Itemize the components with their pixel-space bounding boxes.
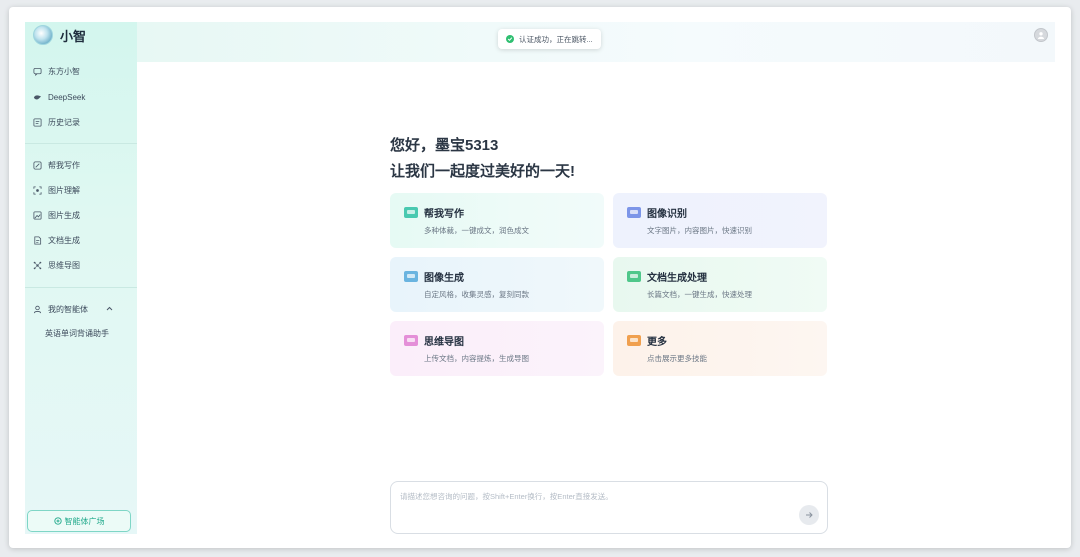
sidebar-divider: [25, 287, 137, 288]
card-mindmap[interactable]: 思维导图 上传文档，内容提炼，生成导图: [390, 321, 604, 376]
image-icon: [33, 210, 42, 220]
sidebar-item-write[interactable]: 帮我写作: [33, 158, 129, 172]
sidebar-item-image-generation[interactable]: 图片生成: [33, 208, 129, 222]
sidebar-item-mindmap[interactable]: 思维导图: [33, 258, 129, 272]
write-icon: [33, 160, 42, 170]
greeting-title: 您好，墨宝5313: [390, 137, 499, 154]
person-icon: [1038, 32, 1044, 39]
card-title: 帮我写作: [424, 209, 464, 220]
sidebar-divider: [25, 143, 137, 144]
write-icon: [404, 207, 418, 218]
card-desc: 自定风格，收集灵感，复刻同款: [424, 290, 529, 299]
greeting-subtitle: 让我们一起度过美好的一天!: [390, 163, 575, 180]
sidebar: 小智 东方小智 DeepSeek 历史记录 帮我写作 图片理解 图片生成 文档生…: [25, 22, 137, 534]
history-icon: [33, 117, 42, 127]
mindmap-icon: [404, 335, 418, 346]
sidebar-item-image-understanding[interactable]: 图片理解: [33, 183, 129, 197]
sidebar-item-label: 我的智能体: [48, 304, 88, 314]
sidebar-item-label: 文档生成: [48, 235, 80, 245]
send-button[interactable]: [799, 505, 819, 525]
chevron-up-icon[interactable]: [106, 304, 113, 313]
sidebar-item-document[interactable]: 文档生成: [33, 233, 129, 247]
sidebar-item-label: 东方小智: [48, 66, 80, 76]
grid-icon: [53, 517, 62, 525]
brand[interactable]: 小智: [33, 25, 86, 45]
app-window: 小智 东方小智 DeepSeek 历史记录 帮我写作 图片理解 图片生成 文档生…: [25, 22, 1055, 534]
sidebar-item-label: 帮我写作: [48, 160, 80, 170]
mindmap-icon: [33, 261, 42, 270]
sidebar-item-label: 图片生成: [48, 210, 80, 220]
card-desc: 多种体裁，一键成文，润色成文: [424, 226, 529, 235]
card-desc: 点击展示更多技能: [647, 354, 707, 363]
sidebar-item-history[interactable]: 历史记录: [33, 115, 129, 129]
card-image-recognition[interactable]: 图像识别 文字图片，内容图片，快速识别: [613, 193, 827, 248]
document-icon: [627, 271, 641, 282]
deepseek-icon: [33, 93, 42, 102]
sidebar-item-my-agents[interactable]: 我的智能体: [33, 302, 129, 316]
user-icon: [33, 305, 42, 314]
card-title: 更多: [647, 337, 667, 348]
card-title: 图像生成: [424, 273, 464, 284]
image-icon: [404, 271, 418, 282]
agent-item[interactable]: 英语单词背诵助手: [45, 328, 109, 339]
grid-icon: [627, 335, 641, 346]
screenshot-frame: 小智 东方小智 DeepSeek 历史记录 帮我写作 图片理解 图片生成 文档生…: [9, 7, 1071, 548]
image-scan-icon: [33, 185, 42, 195]
card-desc: 长篇文档，一键生成，快速处理: [647, 290, 752, 299]
document-icon: [33, 235, 42, 245]
sidebar-item-label: 历史记录: [48, 117, 80, 127]
image-scan-icon: [627, 207, 641, 218]
sidebar-item-dongfang[interactable]: 东方小智: [33, 64, 129, 78]
user-avatar[interactable]: [1034, 28, 1048, 42]
card-title: 文档生成处理: [647, 273, 707, 284]
input-placeholder: 请描述您想咨询的问题，按Shift+Enter换行，按Enter直接发送。: [400, 492, 613, 501]
sidebar-item-label: 思维导图: [48, 260, 80, 270]
card-document[interactable]: 文档生成处理 长篇文档，一键生成，快速处理: [613, 257, 827, 312]
sidebar-item-label: DeepSeek: [48, 92, 86, 102]
check-circle-icon: [506, 35, 514, 43]
sidebar-item-deepseek[interactable]: DeepSeek: [33, 90, 129, 104]
card-desc: 上传文档，内容提炼，生成导图: [424, 354, 529, 363]
agent-square-button[interactable]: 智能体广场: [27, 510, 131, 532]
app-logo: [33, 25, 53, 45]
card-title: 思维导图: [424, 337, 464, 348]
sidebar-item-label: 图片理解: [48, 185, 80, 195]
card-desc: 文字图片，内容图片，快速识别: [647, 226, 752, 235]
agent-square-label: 智能体广场: [64, 516, 105, 526]
arrow-right-icon: [806, 512, 813, 518]
toast-text: 认证成功，正在跳转...: [519, 34, 593, 44]
app-name: 小智: [60, 28, 87, 44]
card-title: 图像识别: [647, 209, 687, 220]
card-more[interactable]: 更多 点击展示更多技能: [613, 321, 827, 376]
toast-notification: 认证成功，正在跳转...: [498, 29, 601, 49]
chat-input[interactable]: 请描述您想咨询的问题，按Shift+Enter换行，按Enter直接发送。: [390, 481, 828, 534]
chat-icon: [33, 67, 42, 76]
card-write[interactable]: 帮我写作 多种体裁，一键成文，润色成文: [390, 193, 604, 248]
card-image-generation[interactable]: 图像生成 自定风格，收集灵感，复刻同款: [390, 257, 604, 312]
